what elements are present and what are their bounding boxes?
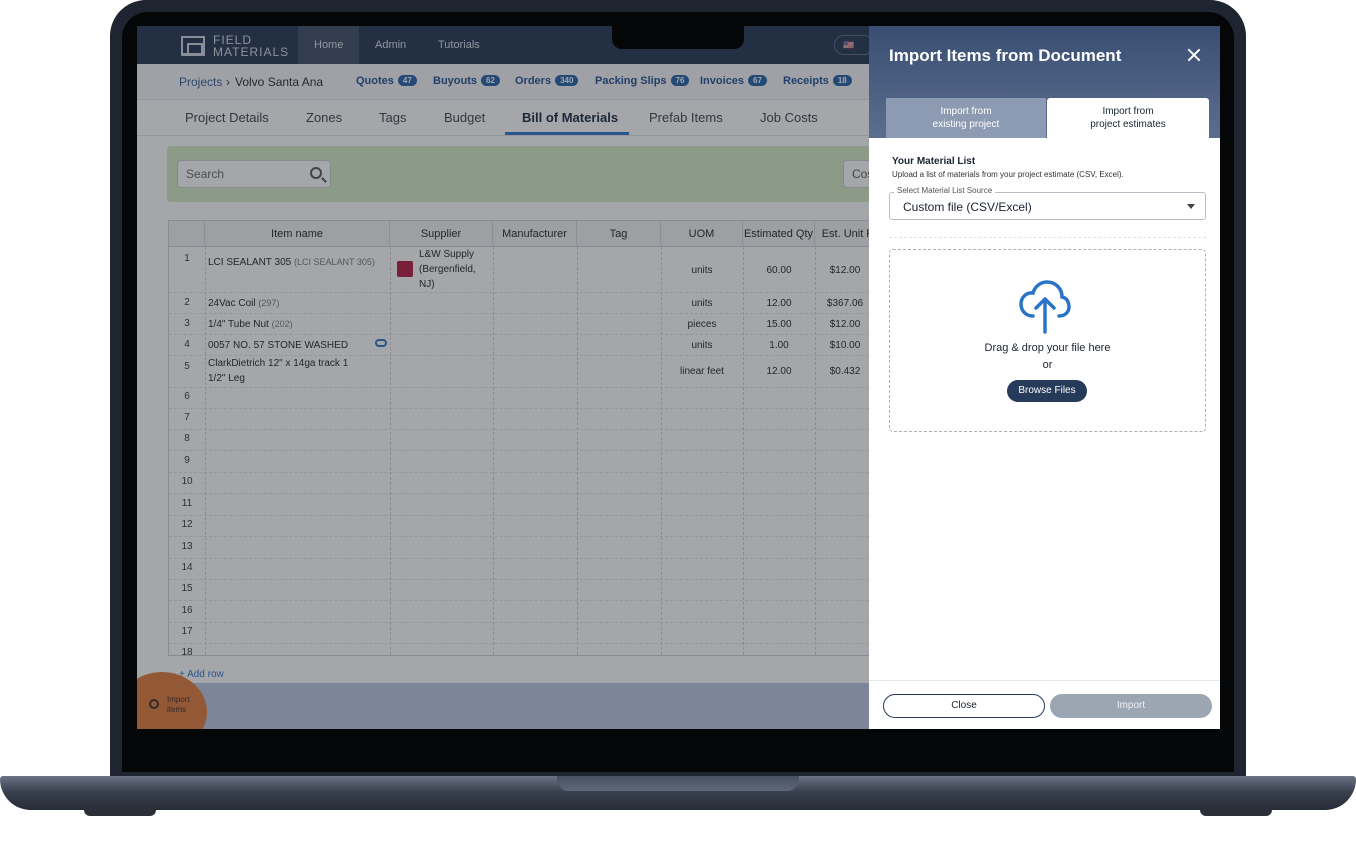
- camera-notch: [612, 26, 744, 49]
- tab-label-line1: Import from: [940, 106, 992, 117]
- cloud-upload-icon: [1019, 280, 1071, 334]
- import-items-panel: Import Items from Document Import from e…: [869, 26, 1220, 729]
- section-divider: [889, 237, 1206, 238]
- panel-title: Import Items from Document: [889, 46, 1122, 65]
- import-button[interactable]: Import: [1050, 694, 1212, 718]
- close-icon[interactable]: [1187, 48, 1201, 62]
- material-list-title: Your Material List: [892, 156, 976, 167]
- close-button[interactable]: Close: [883, 694, 1045, 718]
- tab-label-line1: Import from: [1102, 106, 1154, 117]
- or-separator: or: [1042, 359, 1053, 371]
- laptop-foot-right: [1200, 808, 1272, 816]
- chevron-down-icon[interactable]: [1187, 204, 1195, 209]
- material-source-select[interactable]: Custom file (CSV/Excel): [889, 192, 1206, 220]
- tab-import-project-estimates[interactable]: Import from project estimates: [1047, 98, 1209, 138]
- panel-footer-divider: [869, 680, 1220, 681]
- laptop-hinge-cutout: [557, 776, 799, 791]
- drop-instruction: Drag & drop your file here: [984, 342, 1111, 354]
- material-list-description: Upload a list of materials from your pro…: [892, 170, 1124, 179]
- material-source-label: Select Material List Source: [894, 186, 996, 195]
- laptop-foot-left: [84, 808, 156, 816]
- laptop-mockup: FIELD MATERIALS Home Admin Tutorials 🇺🇸 …: [0, 0, 1356, 861]
- file-drop-zone[interactable]: [889, 249, 1206, 432]
- app-screen: FIELD MATERIALS Home Admin Tutorials 🇺🇸 …: [137, 26, 1220, 729]
- panel-header: Import Items from Document Import from e…: [869, 26, 1220, 138]
- browse-files-button[interactable]: Browse Files: [1007, 380, 1087, 402]
- tab-import-existing-project[interactable]: Import from existing project: [886, 98, 1046, 138]
- tab-label-line2: project estimates: [1090, 119, 1166, 130]
- tab-label-line2: existing project: [932, 119, 1000, 130]
